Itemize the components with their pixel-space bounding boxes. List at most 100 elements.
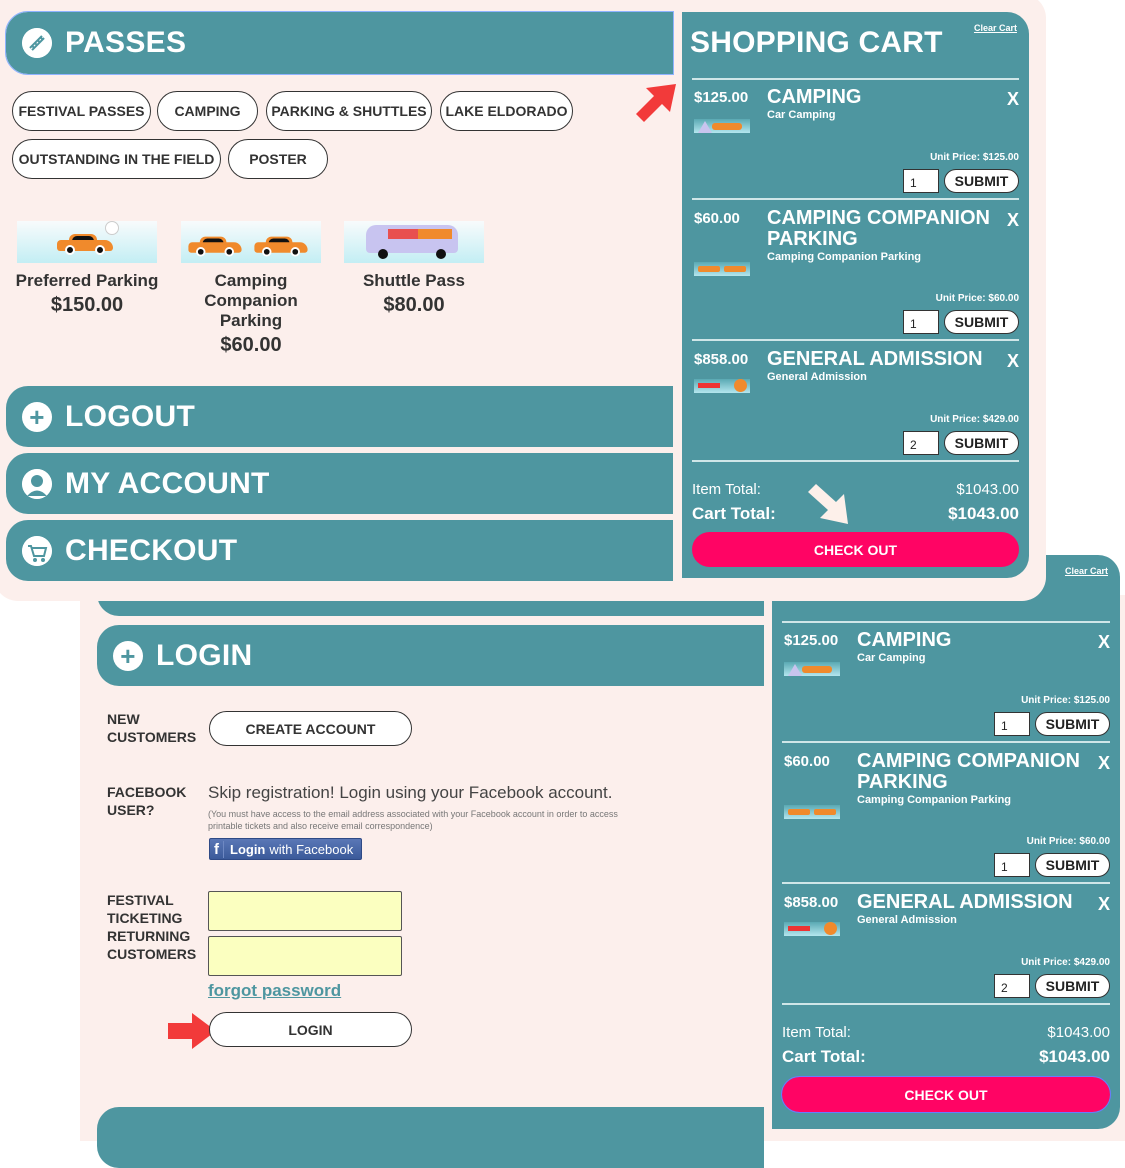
remove-item-button[interactable]: X bbox=[1007, 210, 1019, 231]
divider bbox=[692, 78, 1019, 80]
admission-icon bbox=[694, 379, 750, 393]
item-title-text: CAMPING bbox=[857, 629, 952, 651]
item-title: CAMPING COMPANION PARKING Camping Compani… bbox=[857, 751, 1087, 807]
item-total-value: $1043.00 bbox=[1047, 1024, 1110, 1041]
my-account-bar[interactable]: MY ACCOUNT bbox=[6, 453, 673, 514]
submit-button[interactable]: SUBMIT bbox=[1035, 712, 1110, 736]
remove-item-button[interactable]: X bbox=[1098, 753, 1110, 774]
item-subtitle: General Admission bbox=[857, 914, 957, 926]
annotation-arrow-icon bbox=[636, 84, 676, 122]
item-title: CAMPING COMPANION PARKING Camping Compani… bbox=[767, 208, 997, 264]
facebook-button-bold: Login bbox=[230, 841, 266, 857]
product-name: Preferred Parking bbox=[15, 271, 159, 290]
submit-button[interactable]: SUBMIT bbox=[1035, 853, 1110, 877]
item-title: CAMPING Car Camping bbox=[767, 87, 997, 122]
cart-totals: Item Total: $1043.00 Cart Total: $1043.00 bbox=[692, 481, 1019, 524]
clear-cart-link[interactable]: Clear Cart bbox=[1065, 566, 1108, 576]
tent-car-icon bbox=[784, 662, 840, 676]
submit-button[interactable]: SUBMIT bbox=[944, 169, 1019, 193]
product-preferred-parking[interactable]: Preferred Parking $150.00 bbox=[7, 221, 167, 317]
unit-price: Unit Price: $60.00 bbox=[1026, 836, 1110, 847]
item-title-text: CAMPING bbox=[767, 86, 862, 108]
unit-price: Unit Price: $125.00 bbox=[1021, 695, 1110, 706]
remove-item-button[interactable]: X bbox=[1007, 351, 1019, 372]
item-title: GENERAL ADMISSION General Admission bbox=[767, 349, 997, 384]
item-subtitle: Car Camping bbox=[767, 109, 836, 121]
unit-price: Unit Price: $60.00 bbox=[935, 293, 1019, 304]
item-amount: $60.00 bbox=[784, 753, 830, 770]
divider bbox=[692, 198, 1019, 200]
facebook-note: (You must have access to the email addre… bbox=[208, 809, 618, 831]
product-shuttle-pass[interactable]: Shuttle Pass $80.00 bbox=[334, 221, 494, 317]
cart-item: $858.00 GENERAL ADMISSION General Admissi… bbox=[682, 349, 1029, 461]
quantity-input[interactable]: 1 bbox=[994, 712, 1030, 736]
cars-icon bbox=[694, 262, 750, 276]
quantity-input[interactable]: 1 bbox=[994, 853, 1030, 877]
item-subtitle: Camping Companion Parking bbox=[857, 794, 1012, 806]
facebook-icon: f bbox=[214, 840, 224, 858]
divider bbox=[782, 621, 1110, 623]
logout-label: LOGOUT bbox=[65, 399, 196, 433]
remove-item-button[interactable]: X bbox=[1098, 632, 1110, 653]
item-total-label: Item Total: bbox=[692, 481, 761, 498]
checkout-bar[interactable]: CHECKOUT bbox=[6, 520, 673, 581]
plus-circle-icon: + bbox=[22, 401, 52, 432]
forgot-password-link[interactable]: forgot password bbox=[208, 981, 341, 1001]
submit-button[interactable]: SUBMIT bbox=[944, 431, 1019, 455]
cart-item: $125.00 CAMPING Car Camping X Unit Price:… bbox=[772, 630, 1120, 742]
quantity-input[interactable]: 1 bbox=[903, 169, 939, 193]
quantity-input[interactable]: 2 bbox=[903, 431, 939, 455]
divider bbox=[692, 460, 1019, 462]
create-account-button[interactable]: CREATE ACCOUNT bbox=[209, 711, 412, 746]
unit-price: Unit Price: $429.00 bbox=[1021, 957, 1110, 968]
cars-image bbox=[181, 221, 321, 263]
item-title-text: CAMPING COMPANION PARKING bbox=[857, 750, 1080, 793]
quantity-input[interactable]: 2 bbox=[994, 974, 1030, 998]
checkout-button[interactable]: CHECK OUT bbox=[781, 1076, 1111, 1113]
unit-price: Unit Price: $429.00 bbox=[930, 414, 1019, 425]
clear-cart-link[interactable]: Clear Cart bbox=[974, 23, 1017, 33]
username-input[interactable] bbox=[208, 891, 402, 931]
facebook-login-button[interactable]: f Login with Facebook bbox=[209, 838, 363, 860]
cart-item: $60.00 CAMPING COMPANION PARKING Camping … bbox=[682, 208, 1029, 340]
divider bbox=[782, 882, 1110, 884]
divider bbox=[782, 741, 1110, 743]
submit-button[interactable]: SUBMIT bbox=[1035, 974, 1110, 998]
my-account-bar-partial[interactable] bbox=[97, 1107, 764, 1168]
item-amount: $858.00 bbox=[784, 894, 839, 911]
remove-item-button[interactable]: X bbox=[1098, 894, 1110, 915]
top-screenshot: PASSES FESTIVAL PASSES CAMPING PARKING &… bbox=[0, 0, 1040, 595]
quantity-input[interactable]: 1 bbox=[903, 310, 939, 334]
item-title: CAMPING Car Camping bbox=[857, 630, 1087, 665]
passes-icon bbox=[22, 28, 52, 58]
pill-parking-shuttles[interactable]: PARKING & SHUTTLES bbox=[266, 91, 432, 131]
pill-camping[interactable]: CAMPING bbox=[157, 91, 258, 131]
remove-item-button[interactable]: X bbox=[1007, 89, 1019, 110]
bottom-screenshot: + LOGIN NEW CUSTOMERS CREATE ACCOUNT FAC… bbox=[80, 555, 1125, 1168]
check-icon bbox=[105, 221, 119, 235]
user-icon bbox=[22, 468, 52, 499]
product-price: $80.00 bbox=[383, 294, 445, 316]
tent-car-icon bbox=[694, 119, 750, 133]
cart-total-label: Cart Total: bbox=[782, 1047, 866, 1066]
checkout-label: CHECKOUT bbox=[65, 533, 238, 567]
login-bar[interactable]: + LOGIN bbox=[97, 625, 764, 686]
submit-button[interactable]: SUBMIT bbox=[944, 310, 1019, 334]
logout-bar[interactable]: + LOGOUT bbox=[6, 386, 673, 447]
pill-lake-eldorado[interactable]: LAKE ELDORADO bbox=[440, 91, 573, 131]
passes-bar[interactable]: PASSES bbox=[5, 11, 674, 75]
product-camping-companion-parking[interactable]: Camping Companion Parking $60.00 bbox=[171, 221, 331, 357]
item-amount: $60.00 bbox=[694, 210, 740, 227]
facebook-user-label: FACEBOOK USER? bbox=[107, 784, 187, 818]
cars-icon bbox=[784, 805, 840, 819]
car-image bbox=[17, 221, 157, 263]
product-name: Camping Companion Parking bbox=[204, 271, 298, 330]
login-button[interactable]: LOGIN bbox=[209, 1012, 412, 1047]
item-subtitle: Car Camping bbox=[857, 652, 926, 664]
pill-festival-passes[interactable]: FESTIVAL PASSES bbox=[12, 91, 151, 131]
checkout-button[interactable]: CHECK OUT bbox=[692, 532, 1019, 567]
password-input[interactable] bbox=[208, 936, 402, 976]
pill-poster[interactable]: POSTER bbox=[228, 139, 328, 179]
cart-total-value: $1043.00 bbox=[1039, 1047, 1110, 1066]
pill-outstanding-in-the-field[interactable]: OUTSTANDING IN THE FIELD bbox=[12, 139, 221, 179]
